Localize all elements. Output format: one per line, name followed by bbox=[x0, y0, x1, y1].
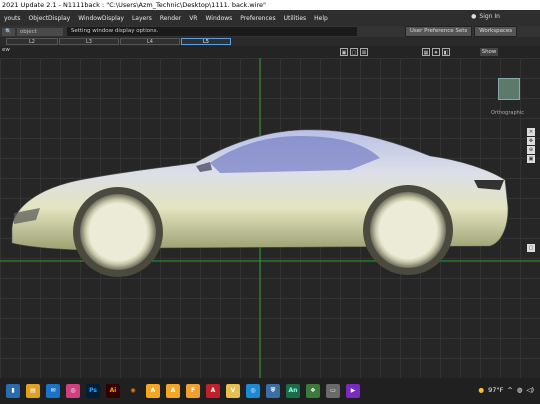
frog-icon[interactable]: ❖ bbox=[306, 384, 320, 398]
menu-item-layouts[interactable]: youts bbox=[0, 15, 25, 22]
network-icon[interactable]: ◍ bbox=[517, 386, 523, 394]
system-tray: ● 97°F ^ ◍ ◁) bbox=[478, 386, 534, 394]
search-icon[interactable]: 🔍 bbox=[2, 27, 15, 36]
view-name-label: Orthographic bbox=[491, 110, 524, 116]
menu-item-render[interactable]: Render bbox=[156, 15, 185, 22]
camera-icon[interactable]: ▣ bbox=[340, 48, 348, 56]
layer-l4[interactable]: L4 bbox=[120, 38, 180, 45]
app-window-icon[interactable]: ▭ bbox=[326, 384, 340, 398]
close-icon[interactable]: × bbox=[527, 128, 535, 136]
instagram-icon[interactable]: ◎ bbox=[66, 384, 80, 398]
illustrator-icon[interactable]: Ai bbox=[106, 384, 120, 398]
fit-icon[interactable]: ⊠ bbox=[360, 48, 368, 56]
animate-icon[interactable]: An bbox=[286, 384, 300, 398]
media-player-icon[interactable]: ▶ bbox=[346, 384, 360, 398]
fit-view-icon[interactable]: ▣ bbox=[527, 155, 535, 163]
zoom-icon[interactable]: ⊕ bbox=[527, 146, 535, 154]
menu-item-windowdisplay[interactable]: WindowDisplay bbox=[74, 15, 128, 22]
layer-l3[interactable]: L3 bbox=[59, 38, 119, 45]
volume-icon[interactable]: ◁) bbox=[526, 386, 534, 394]
menu-item-layers[interactable]: Layers bbox=[128, 15, 156, 22]
vred-icon[interactable]: V bbox=[226, 384, 240, 398]
sign-in-button[interactable]: ● Sign In bbox=[471, 13, 500, 20]
photoshop-icon[interactable]: Ps bbox=[86, 384, 100, 398]
menu-item-help[interactable]: Help bbox=[310, 15, 332, 22]
menu-item-objectdisplay[interactable]: ObjectDisplay bbox=[25, 15, 75, 22]
blender-icon[interactable]: ◉ bbox=[126, 384, 140, 398]
browser-icon[interactable]: ◎ bbox=[246, 384, 260, 398]
viewport-icons: ▣ ▢ ⊠ ▦ ✷ ◧ bbox=[340, 48, 450, 56]
toolbar: 🔍 object Setting window display options.… bbox=[0, 26, 540, 37]
layer-bar: L2 L3 L4 L5 bbox=[0, 37, 540, 46]
side-toolbar: × ✥ ⊕ ▣ ▢ bbox=[527, 128, 536, 252]
viewport-canvas[interactable] bbox=[0, 58, 540, 378]
rear-wheel bbox=[370, 192, 446, 268]
task-view-icon[interactable]: ▮ bbox=[6, 384, 20, 398]
car-model bbox=[0, 58, 540, 378]
alias-autostudio-icon[interactable]: A bbox=[166, 384, 180, 398]
weather-icon[interactable]: ● bbox=[478, 386, 484, 394]
viewport-header bbox=[0, 46, 540, 58]
layer-l5[interactable]: L5 bbox=[181, 38, 231, 45]
light-icon[interactable]: ✷ bbox=[432, 48, 440, 56]
settings-icon[interactable]: ▢ bbox=[527, 244, 535, 252]
taskbar: ▮ ▤ ✉ ◎ Ps Ai ◉ A A F A V ◎ ⛨ An ❖ ▭ ▶ bbox=[0, 378, 540, 404]
menu-item-utilities[interactable]: Utilities bbox=[280, 15, 311, 22]
pan-icon[interactable]: ✥ bbox=[527, 137, 535, 145]
viewport-label: ew bbox=[2, 47, 10, 53]
window-title: 2021 Update 2.1 - N1111back : "C:\Users\… bbox=[0, 0, 540, 10]
front-wheel bbox=[80, 194, 156, 270]
alias-icon[interactable]: A bbox=[146, 384, 160, 398]
temperature: 97°F bbox=[488, 386, 504, 394]
user-preference-sets-button[interactable]: User Preference Sets bbox=[404, 26, 473, 37]
menu-item-preferences[interactable]: Preferences bbox=[236, 15, 279, 22]
show-button[interactable]: Show bbox=[480, 48, 498, 56]
shield-icon[interactable]: ⛨ bbox=[266, 384, 280, 398]
workspaces-button[interactable]: Workspaces bbox=[474, 26, 518, 37]
status-hint: Setting window display options. bbox=[66, 27, 357, 36]
menu-item-windows[interactable]: Windows bbox=[201, 15, 236, 22]
user-icon: ● bbox=[471, 13, 477, 20]
menu-bar: youts ObjectDisplay WindowDisplay Layers… bbox=[0, 10, 540, 27]
layer-l2[interactable]: L2 bbox=[6, 38, 58, 45]
view-cube[interactable] bbox=[498, 78, 520, 100]
shade-icon[interactable]: ◧ bbox=[442, 48, 450, 56]
search-input[interactable]: object bbox=[16, 27, 63, 36]
acrobat-icon[interactable]: A bbox=[206, 384, 220, 398]
grid-icon[interactable]: ▦ bbox=[422, 48, 430, 56]
menu-item-vr[interactable]: VR bbox=[185, 15, 201, 22]
chevron-up-icon[interactable]: ^ bbox=[507, 386, 512, 394]
store-icon[interactable]: ▤ bbox=[26, 384, 40, 398]
mail-icon[interactable]: ✉ bbox=[46, 384, 60, 398]
frame-icon[interactable]: ▢ bbox=[350, 48, 358, 56]
sign-in-label: Sign In bbox=[479, 13, 500, 20]
fusion-icon[interactable]: F bbox=[186, 384, 200, 398]
